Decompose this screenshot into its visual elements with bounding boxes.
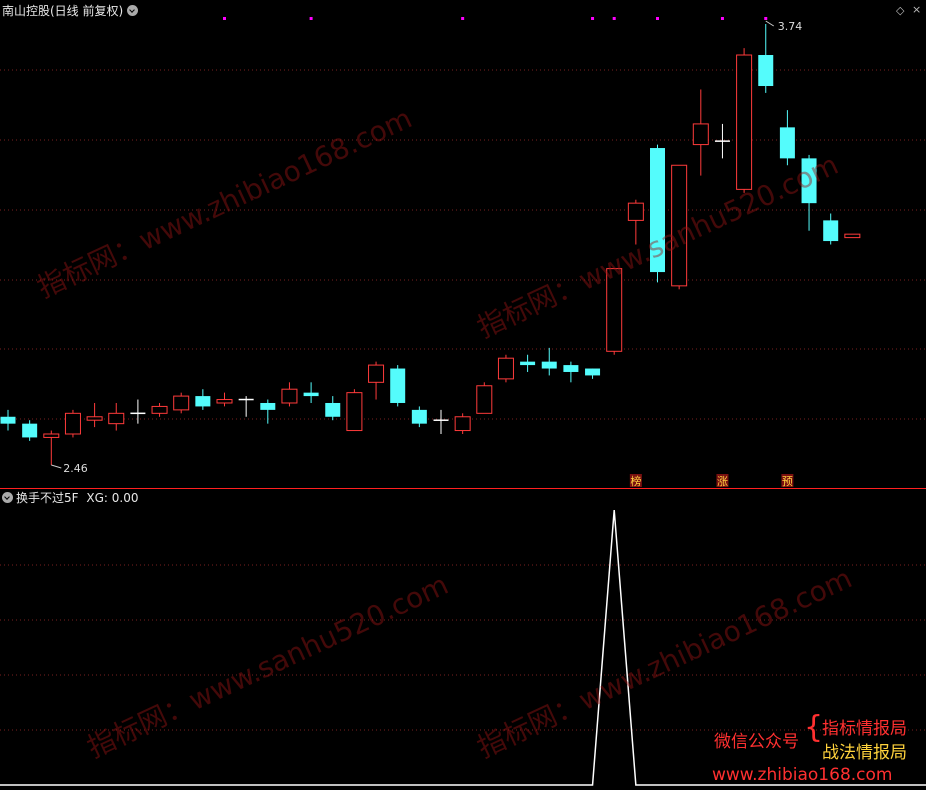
candle-body <box>823 220 839 242</box>
candle-body <box>0 416 16 424</box>
stock-title: 南山控股(日线 前复权) <box>2 4 124 18</box>
candle-body <box>563 365 579 372</box>
candle-body <box>346 392 363 432</box>
indicator-panel-header[interactable]: 换手不过5F XG: 0.00 <box>2 491 138 505</box>
candle-body <box>195 396 211 407</box>
candle-body <box>671 164 688 287</box>
price-panel-header[interactable]: 南山控股(日线 前复权) <box>2 4 139 18</box>
candle-body <box>368 364 385 383</box>
promo-url: www.zhibiao168.com <box>712 765 893 785</box>
promo-name-1: 指标情报局 <box>822 719 907 739</box>
high-price-label: 3.74 <box>778 20 803 33</box>
candle-body <box>173 395 190 411</box>
candle-body <box>260 402 276 410</box>
close-icon[interactable]: × <box>912 3 921 16</box>
candle-body <box>541 361 557 369</box>
candle-body <box>454 416 471 432</box>
signal-dot <box>461 17 465 20</box>
candle-body <box>650 148 665 273</box>
signal-tag-label: 涨 <box>717 475 728 488</box>
candle-body <box>325 402 341 417</box>
candle-body <box>108 412 125 425</box>
chevron-down-icon[interactable] <box>127 5 139 16</box>
indicator-title: 换手不过5F <box>16 491 79 505</box>
candle-body <box>627 202 644 221</box>
signal-tag-label: 榜 <box>630 474 641 488</box>
signal-dot <box>720 17 724 20</box>
candle-body <box>476 385 493 414</box>
signal-dot <box>612 17 616 20</box>
candle-body <box>22 423 38 438</box>
candle-body <box>692 123 709 146</box>
signal-dot <box>591 17 595 20</box>
candle-body <box>151 405 168 414</box>
promo-brace: { <box>804 710 824 745</box>
candle-body <box>497 357 514 380</box>
candle-body <box>281 388 298 404</box>
signal-dot <box>764 17 768 20</box>
chevron-down-icon[interactable] <box>2 492 13 503</box>
candle-body <box>844 233 861 239</box>
candle-body <box>801 158 817 204</box>
promo-name-2: 战法情报局 <box>822 743 907 763</box>
candle-body <box>43 433 60 438</box>
candle-body <box>736 54 753 190</box>
candle-body <box>64 412 81 435</box>
high-marker <box>765 20 775 27</box>
diamond-icon[interactable]: ◇ <box>896 4 904 17</box>
indicator-value: XG: 0.00 <box>86 491 139 505</box>
chart-stage: 3.74 2.46 榜 涨 预 南山控股(日线 前复权) ◇ × 换手不过5F XG: … <box>0 0 926 790</box>
candle-body <box>216 399 233 404</box>
candle-body <box>585 368 601 376</box>
low-marker <box>51 464 62 469</box>
candle-body <box>758 55 774 87</box>
signal-dot <box>656 17 659 20</box>
candle-body <box>390 368 406 403</box>
promo-wechat-label: 微信公众号 <box>714 732 799 752</box>
signal-tag-label: 预 <box>782 475 793 488</box>
signal-dot <box>309 17 313 20</box>
candle-body <box>86 416 103 421</box>
candle-body <box>411 409 427 424</box>
candle-body <box>303 392 319 397</box>
low-price-label: 2.46 <box>63 462 88 475</box>
candle-body <box>779 127 795 159</box>
candle-body <box>606 268 623 352</box>
candle-body <box>520 361 536 366</box>
signal-dot <box>223 17 226 20</box>
kline-chart: 3.74 2.46 榜 涨 预 <box>0 17 926 786</box>
